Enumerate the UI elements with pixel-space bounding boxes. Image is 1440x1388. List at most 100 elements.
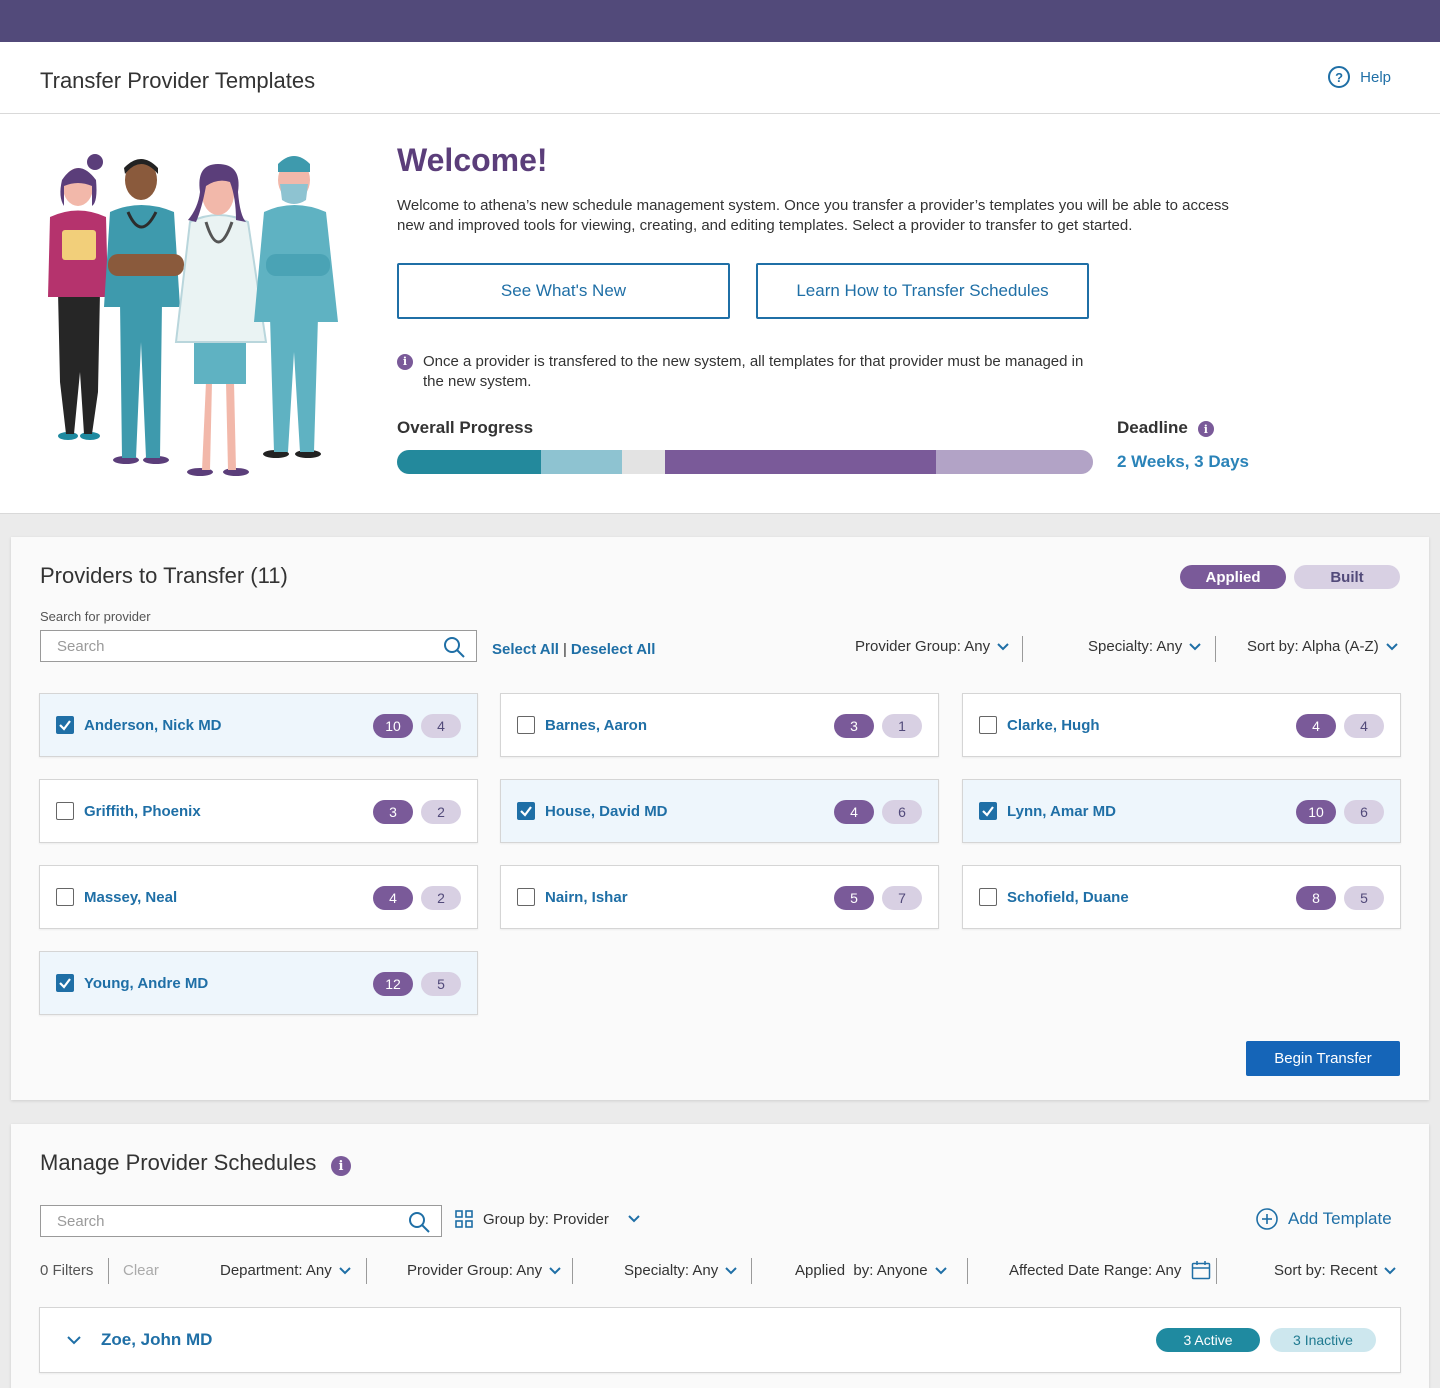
provider-search-label: Search for provider xyxy=(40,609,151,624)
clear-filters-link[interactable]: Clear xyxy=(123,1262,159,1279)
provider-checkbox[interactable] xyxy=(979,802,997,820)
provider-name[interactable]: Massey, Neal xyxy=(84,889,177,906)
department-filter[interactable]: Department: Any xyxy=(220,1262,352,1279)
manage-title: Manage Provider Schedules xyxy=(40,1150,317,1175)
provider-name[interactable]: Griffith, Phoenix xyxy=(84,803,201,820)
provider-checkbox[interactable] xyxy=(979,888,997,906)
provider-name[interactable]: Young, Andre MD xyxy=(84,975,208,992)
begin-transfer-button[interactable]: Begin Transfer xyxy=(1246,1041,1400,1076)
provider-card[interactable]: House, David MD 4 6 xyxy=(500,779,939,843)
group-by-dropdown[interactable]: Group by: Provider xyxy=(455,1210,641,1228)
provider-name[interactable]: House, David MD xyxy=(545,803,668,820)
applied-by-filter[interactable]: Applied by: Anyone xyxy=(795,1262,948,1279)
chevron-down-icon[interactable] xyxy=(66,1332,82,1348)
template-counts: 10 6 xyxy=(1296,800,1384,824)
provider-search-input[interactable] xyxy=(41,631,476,661)
provider-checkbox[interactable] xyxy=(56,716,74,734)
provider-card[interactable]: Lynn, Amar MD 10 6 xyxy=(962,779,1401,843)
applied-count-badge: 4 xyxy=(1296,714,1336,738)
template-counts: 31 xyxy=(834,714,922,738)
see-whats-new-button[interactable]: See What's New xyxy=(397,263,730,319)
manage-provider-group-filter[interactable]: Provider Group: Any xyxy=(407,1262,562,1279)
add-template-button[interactable]: Add Template xyxy=(1256,1208,1392,1230)
applied-by-label: Applied by: Anyone xyxy=(795,1262,928,1279)
question-icon: ? xyxy=(1328,66,1351,88)
info-icon: i xyxy=(397,354,413,370)
sort-filter[interactable]: Sort by: Alpha (A-Z) xyxy=(1247,638,1399,655)
provider-card[interactable]: Griffith, Phoenix 3 2 xyxy=(39,779,478,843)
page-title: Transfer Provider Templates xyxy=(40,68,316,93)
provider-checkbox[interactable] xyxy=(517,716,535,734)
manage-specialty-filter[interactable]: Specialty: Any xyxy=(624,1262,738,1279)
progress-segment-5 xyxy=(935,450,1093,474)
specialty-filter[interactable]: Specialty: Any xyxy=(1088,638,1202,655)
schedule-provider-name[interactable]: Zoe, John MD xyxy=(101,1330,212,1350)
provider-card[interactable]: Schofield, Duane 8 5 xyxy=(962,865,1401,929)
provider-card[interactable]: Anderson, Nick MD 10 4 xyxy=(39,693,478,757)
date-range-filter[interactable]: Affected Date Range: Any xyxy=(1009,1260,1211,1280)
provider-card[interactable]: Nairn, Ishar 5 7 xyxy=(500,865,939,929)
deselect-all-link[interactable]: Deselect All xyxy=(571,641,656,658)
search-icon[interactable] xyxy=(442,635,466,659)
schedule-search-input[interactable] xyxy=(41,1206,441,1236)
healthcare-staff-illustration xyxy=(48,154,338,476)
built-count-badge: 2 xyxy=(421,800,461,824)
checkmark-icon xyxy=(520,806,532,817)
template-counts: 10 4 xyxy=(373,714,461,738)
calendar-icon xyxy=(1192,1261,1211,1280)
progress-segment-4 xyxy=(664,450,936,474)
grid-icon xyxy=(455,1210,473,1228)
provider-checkbox[interactable] xyxy=(979,716,997,734)
applied-count-badge: 8 xyxy=(1296,886,1336,910)
manage-info-icon[interactable]: i xyxy=(331,1156,351,1176)
select-separator: | xyxy=(562,641,567,658)
provider-group-filter[interactable]: Provider Group: Any xyxy=(855,638,1010,655)
manage-sort-label: Sort by: Recent xyxy=(1274,1262,1378,1279)
chevron-down-icon xyxy=(628,1215,640,1223)
provider-card[interactable]: Young, Andre MD 12 5 xyxy=(39,951,478,1015)
progress-segment-3 xyxy=(622,450,665,474)
top-nav-bar xyxy=(0,0,1440,42)
schedule-row[interactable]: Zoe, John MD 3 Active 3 Inactive xyxy=(39,1307,1401,1373)
progress-segment-2 xyxy=(541,450,623,474)
help-link[interactable]: ? Help xyxy=(1328,66,1391,88)
provider-name[interactable]: Nairn, Ishar xyxy=(545,889,628,906)
deadline-label: Deadline xyxy=(1117,418,1188,437)
group-by-label: Group by: Provider xyxy=(483,1210,609,1228)
filter-divider xyxy=(1022,636,1023,662)
applied-toggle[interactable]: Applied xyxy=(1180,565,1286,589)
search-icon[interactable] xyxy=(407,1210,431,1234)
filter-divider xyxy=(751,1258,752,1284)
built-count-badge: 6 xyxy=(1344,800,1384,824)
template-counts: 12 5 xyxy=(373,972,461,996)
provider-checkbox[interactable] xyxy=(56,802,74,820)
provider-checkbox[interactable] xyxy=(56,974,74,992)
provider-checkbox[interactable] xyxy=(56,888,74,906)
provider-checkbox[interactable] xyxy=(517,802,535,820)
built-toggle[interactable]: Built xyxy=(1294,565,1400,589)
providers-title: Providers to Transfer (11) xyxy=(40,563,288,588)
date-range-label: Affected Date Range: Any xyxy=(1009,1261,1182,1279)
schedule-search-box xyxy=(40,1205,442,1237)
provider-card[interactable]: Clarke, Hugh 4 4 xyxy=(962,693,1401,757)
department-filter-label: Department: Any xyxy=(220,1262,332,1279)
deadline-info-icon[interactable]: i xyxy=(1197,421,1214,437)
select-all-link[interactable]: Select All xyxy=(492,641,559,658)
applied-count-badge: 3 xyxy=(373,800,413,824)
manage-sort-filter[interactable]: Sort by: Recent xyxy=(1274,1262,1397,1279)
provider-name[interactable]: Schofield, Duane xyxy=(1007,889,1129,906)
provider-card[interactable]: Barnes, Aaron 3 1 xyxy=(500,693,939,757)
overall-progress-bar xyxy=(397,450,1093,474)
applied-count-badge: 4 xyxy=(834,800,874,824)
provider-name[interactable]: Lynn, Amar MD xyxy=(1007,803,1116,820)
learn-transfer-button[interactable]: Learn How to Transfer Schedules xyxy=(756,263,1089,319)
active-count-badge: 3 Active xyxy=(1156,1328,1260,1352)
provider-checkbox[interactable] xyxy=(517,888,535,906)
sort-filter-label: Sort by: Alpha (A-Z) xyxy=(1247,638,1379,655)
provider-name[interactable]: Clarke, Hugh xyxy=(1007,717,1100,734)
provider-card[interactable]: Massey, Neal 4 2 xyxy=(39,865,478,929)
provider-name[interactable]: Barnes, Aaron xyxy=(545,717,647,734)
provider-name[interactable]: Anderson, Nick MD xyxy=(84,717,222,734)
chevron-down-icon xyxy=(1189,642,1201,650)
built-count-badge: 5 xyxy=(1344,886,1384,910)
